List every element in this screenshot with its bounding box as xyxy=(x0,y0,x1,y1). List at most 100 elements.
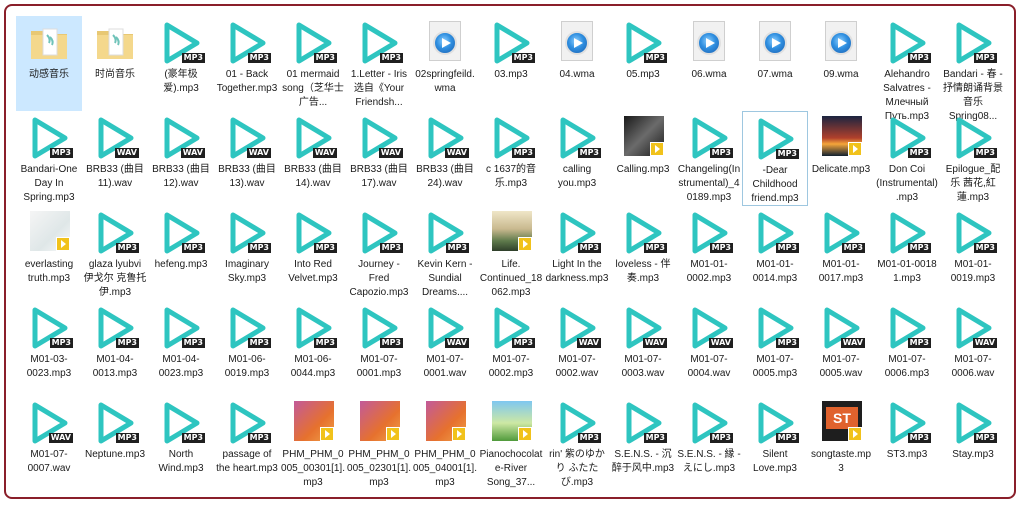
file-item-m01-07-0002-wav[interactable]: WAV M01-07-0002.wav xyxy=(544,301,610,396)
file-type-badge: MP3 xyxy=(247,53,271,63)
file-item-phm-phm-0005-02301-1-mp3[interactable]: PHM_PHM_0005_02301[1].mp3 xyxy=(346,396,412,491)
play-overlay-icon xyxy=(452,427,466,441)
file-item-songtaste-mp3[interactable]: ST songtaste.mp3 xyxy=(808,396,874,491)
file-item-c-1637-mp3[interactable]: MP3 c 1637的音乐.mp3 xyxy=(478,111,544,206)
file-type-badge: WAV xyxy=(708,338,733,348)
file-item-neptune-mp3[interactable]: MP3 Neptune.mp3 xyxy=(82,396,148,491)
file-item-calling-you-mp3[interactable]: MP3 calling you.mp3 xyxy=(544,111,610,206)
file-item-m01-01-0014-mp3[interactable]: MP3 M01-01-0014.mp3 xyxy=(742,206,808,301)
file-name-label: M01-07-0003.wav xyxy=(621,354,665,379)
file-item-phm-phm-0005-00301-1-mp3[interactable]: PHM_PHM_0005_00301[1].mp3 xyxy=(280,396,346,491)
file-item-04-wma[interactable]: 04.wma xyxy=(544,16,610,111)
file-item-life-continued-18062-mp3[interactable]: Life. Continued_18062.mp3 xyxy=(478,206,544,301)
file-item-glaza-lyubvi-mp3[interactable]: MP3 glaza lyubvi 伊戈尔 克鲁托伊.mp3 xyxy=(82,206,148,301)
file-item-m01-07-0005-mp3[interactable]: MP3 M01-07-0005.mp3 xyxy=(742,301,808,396)
file-item-mp3[interactable]: MP3 (豪年极爱).mp3 xyxy=(148,16,214,111)
file-item-1-letter-iris-your-friendsh[interactable]: MP3 1.Letter - Iris 选自《Your Friendsh... xyxy=(346,16,412,111)
file-item-into-red-velvet-mp3[interactable]: MP3 Into Red Velvet.mp3 xyxy=(280,206,346,301)
file-item-03-mp3[interactable]: MP3 03.mp3 xyxy=(478,16,544,111)
file-icon: MP3 xyxy=(951,116,997,160)
file-icon: MP3 xyxy=(225,306,271,350)
file-name-label: c 1637的音乐.mp3 xyxy=(485,164,537,189)
file-item-m01-01-0018-1-mp3[interactable]: MP3 M01-01-0018 1.mp3 xyxy=(874,206,940,301)
file-item-light-in-the-darkness-mp3[interactable]: MP3 Light In the darkness.mp3 xyxy=(544,206,610,301)
file-item-02springfeild-wma[interactable]: 02springfeild.wma xyxy=(412,16,478,111)
file-item-dear-childhood-friend-mp3[interactable]: MP3 -Dear Childhood friend.mp3 xyxy=(742,111,808,206)
file-item-m01-06-0019-mp3[interactable]: MP3 M01-06-0019.mp3 xyxy=(214,301,280,396)
file-icon xyxy=(489,401,533,445)
file-item-m01-07-0007-wav[interactable]: WAV M01-07-0007.wav xyxy=(16,396,82,491)
file-item-brb33-24-wav[interactable]: WAV BRB33 (曲目 24).wav xyxy=(412,111,478,206)
file-item-alehandro-salvatres-mp3[interactable]: MP3 Alehandro Salvatres - Млечный Путь.mp… xyxy=(874,16,940,122)
file-type-badge: MP3 xyxy=(577,433,601,443)
file-item-brb33-12-wav[interactable]: WAV BRB33 (曲目 12).wav xyxy=(148,111,214,206)
file-item-01-mermaid-song[interactable]: MP3 01 mermaid song（芝华士广告... xyxy=(280,16,346,111)
file-item-m01-03-0023-mp3[interactable]: MP3 M01-03-0023.mp3 xyxy=(16,301,82,396)
file-item-imaginary-sky-mp3[interactable]: MP3 Imaginary Sky.mp3 xyxy=(214,206,280,301)
file-item-passage-of-the-heart-mp3[interactable]: MP3 passage of the heart.mp3 xyxy=(214,396,280,491)
file-icon xyxy=(753,21,797,65)
file-item-calling-mp3[interactable]: Calling.mp3 xyxy=(610,111,676,206)
file-item-s-e-n-s-mp3[interactable]: MP3 S.E.N.S. - 縁 - えにし.mp3 xyxy=(676,396,742,491)
file-item-bandari-spring08[interactable]: MP3 Bandari - 春 - 抒情朗诵背景音乐Spring08... xyxy=(940,16,1006,122)
folder-icon xyxy=(97,28,133,59)
file-item-stay-mp3[interactable]: MP3 Stay.mp3 xyxy=(940,396,1006,491)
file-type-badge: MP3 xyxy=(709,148,733,158)
folder-item-item[interactable]: 时尚音乐 xyxy=(82,16,148,111)
file-type-badge: MP3 xyxy=(181,338,205,348)
file-item-m01-07-0004-wav[interactable]: WAV M01-07-0004.wav xyxy=(676,301,742,396)
file-name-label: Kevin Kern - Sundial Dreams.... xyxy=(417,259,473,298)
file-item-journey-fred-capozio-mp3[interactable]: MP3 Journey - Fred Capozio.mp3 xyxy=(346,206,412,301)
file-type-badge: MP3 xyxy=(709,433,733,443)
file-item-phm-phm-0005-04001-1-mp3[interactable]: PHM_PHM_0005_04001[1].mp3 xyxy=(412,396,478,491)
file-item-north-wind-mp3[interactable]: MP3 North Wind.mp3 xyxy=(148,396,214,491)
file-item-m01-07-0001-mp3[interactable]: MP3 M01-07-0001.mp3 xyxy=(346,301,412,396)
file-item-epilogue-mp3[interactable]: MP3 Epilogue_配乐 茜花,紅蓮.mp3 xyxy=(940,111,1006,206)
file-item-07-wma[interactable]: 07.wma xyxy=(742,16,808,111)
file-type-badge: MP3 xyxy=(907,338,931,348)
file-name-label: M01-06-0019.mp3 xyxy=(224,354,270,379)
file-name-label: M01-07-0002.mp3 xyxy=(488,354,534,379)
file-item-everlasting-truth-mp3[interactable]: everlasting truth.mp3 xyxy=(16,206,82,301)
file-item-s-e-n-s-mp3[interactable]: MP3 S.E.N.S. - 沉醉于风中.mp3 xyxy=(610,396,676,491)
file-type-badge: WAV xyxy=(114,148,139,158)
file-item-m01-07-0006-wav[interactable]: WAV M01-07-0006.wav xyxy=(940,301,1006,396)
file-item-m01-07-0002-mp3[interactable]: MP3 M01-07-0002.mp3 xyxy=(478,301,544,396)
file-item-m01-04-0023-mp3[interactable]: MP3 M01-04-0023.mp3 xyxy=(148,301,214,396)
file-item-kevin-kern-sundial-dreams[interactable]: MP3 Kevin Kern - Sundial Dreams.... xyxy=(412,206,478,301)
file-item-brb33-14-wav[interactable]: WAV BRB33 (曲目 14).wav xyxy=(280,111,346,206)
file-item-brb33-13-wav[interactable]: WAV BRB33 (曲目 13).wav xyxy=(214,111,280,206)
file-item-06-wma[interactable]: 06.wma xyxy=(676,16,742,111)
file-item-brb33-17-wav[interactable]: WAV BRB33 (曲目 17).wav xyxy=(346,111,412,206)
file-item-m01-07-0005-wav[interactable]: WAV M01-07-0005.wav xyxy=(808,301,874,396)
file-item-09-wma[interactable]: 09.wma xyxy=(808,16,874,111)
file-item-changeling-instrumental-40189-mp3[interactable]: MP3 Changeling(Instrumental)_40189.mp3 xyxy=(676,111,742,206)
file-item-brb33-11-wav[interactable]: WAV BRB33 (曲目 11).wav xyxy=(82,111,148,206)
file-item-m01-07-0006-mp3[interactable]: MP3 M01-07-0006.mp3 xyxy=(874,301,940,396)
file-item-st3-mp3[interactable]: MP3 ST3.mp3 xyxy=(874,396,940,491)
file-item-m01-06-0044-mp3[interactable]: MP3 M01-06-0044.mp3 xyxy=(280,301,346,396)
file-item-m01-01-0019-mp3[interactable]: MP3 M01-01-0019.mp3 xyxy=(940,206,1006,301)
file-item-m01-01-0017-mp3[interactable]: MP3 M01-01-0017.mp3 xyxy=(808,206,874,301)
file-item-01-back-together-mp3[interactable]: MP3 01 - Back Together.mp3 xyxy=(214,16,280,111)
folder-item-item[interactable]: 动感音乐 xyxy=(16,16,82,111)
file-item-silent-love-mp3[interactable]: MP3 Silent Love.mp3 xyxy=(742,396,808,491)
file-icon: MP3 xyxy=(159,211,205,255)
file-item-m01-07-0003-wav[interactable]: WAV M01-07-0003.wav xyxy=(610,301,676,396)
file-name-label: 01 mermaid song（芝华士广告... xyxy=(282,69,344,108)
file-item-m01-04-0013-mp3[interactable]: MP3 M01-04-0013.mp3 xyxy=(82,301,148,396)
file-item-pianochocolate-river-song-37[interactable]: Pianochocolate-River Song_37... xyxy=(478,396,544,491)
file-item-delicate-mp3[interactable]: Delicate.mp3 xyxy=(808,111,874,206)
file-item-loveless-mp3[interactable]: MP3 loveless - 伴奏.mp3 xyxy=(610,206,676,301)
file-item-m01-01-0002-mp3[interactable]: MP3 M01-01-0002.mp3 xyxy=(676,206,742,301)
file-name-label: 02springfeild.wma xyxy=(415,69,475,94)
file-item-bandari-one-day-in-spring-mp3[interactable]: MP3 Bandari-One Day In Spring.mp3 xyxy=(16,111,82,206)
file-item-05-mp3[interactable]: MP3 05.mp3 xyxy=(610,16,676,111)
file-name-label: M01-06-0044.mp3 xyxy=(290,354,336,379)
file-item-m01-07-0001-wav[interactable]: WAV M01-07-0001.wav xyxy=(412,301,478,396)
file-name-label: BRB33 (曲目 12).wav xyxy=(152,164,210,189)
file-item-rin-mp3[interactable]: MP3 rin' 紫のゆかり ふたたび.mp3 xyxy=(544,396,610,491)
file-item-hefeng-mp3[interactable]: MP3 hefeng.mp3 xyxy=(148,206,214,301)
file-item-don-coi-instrumental-mp3[interactable]: MP3 Don Coi (Instrumental).mp3 xyxy=(874,111,940,206)
file-name-label: Imaginary Sky.mp3 xyxy=(225,259,269,284)
